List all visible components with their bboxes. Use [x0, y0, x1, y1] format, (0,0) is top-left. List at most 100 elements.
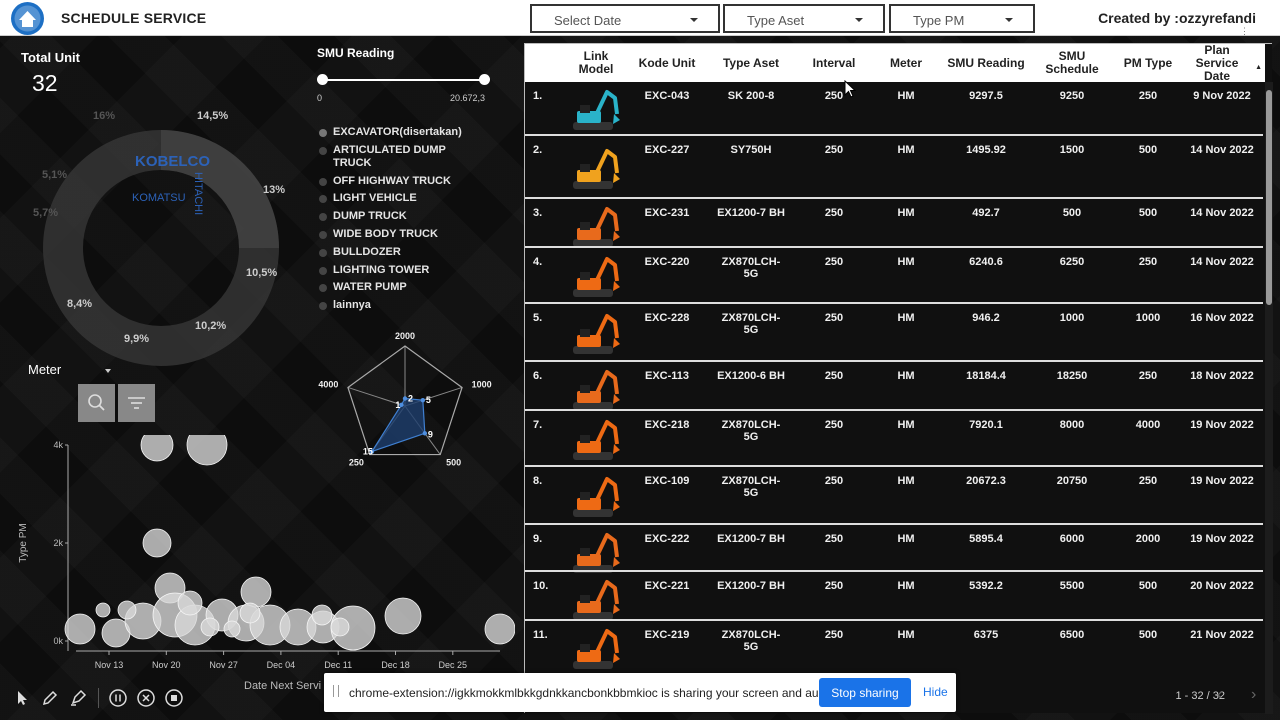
filter-button[interactable]	[118, 384, 155, 422]
hide-share-bar-link[interactable]: Hide	[923, 685, 948, 699]
table-scrollbar[interactable]	[1265, 82, 1273, 714]
type-aset-dropdown[interactable]: Type Aset	[723, 4, 885, 33]
table-row[interactable]: 2. EXC-227 SY750H 250 HM 1495.92 1500 500 14 Nov…	[525, 136, 1263, 199]
pencil-icon[interactable]	[40, 688, 60, 708]
cell-interval: 250	[824, 370, 844, 382]
legend-item[interactable]: EXCAVATOR(disertakan)	[319, 126, 479, 139]
bubble-point[interactable]	[117, 600, 137, 620]
bubble-point[interactable]	[200, 617, 220, 637]
bubble-point[interactable]	[384, 597, 422, 635]
bubble-point[interactable]	[311, 604, 333, 626]
bubble-point[interactable]	[330, 617, 350, 637]
table-row[interactable]: 8. EXC-109 ZX870LCH-5G 250 HM 20672.3 20750 250…	[525, 467, 1263, 525]
excavator-image[interactable]	[567, 471, 621, 521]
bubble-point[interactable]	[186, 435, 228, 466]
column-header-label: Interval	[812, 55, 856, 70]
cell-date: 18 Nov 2022	[1190, 370, 1254, 382]
excavator-image[interactable]	[567, 251, 621, 301]
cell-schedule: 6250	[1059, 256, 1085, 268]
pause-icon[interactable]	[108, 688, 128, 708]
excavator-image[interactable]	[567, 201, 621, 251]
smu-slider-track[interactable]	[322, 79, 484, 81]
close-icon[interactable]	[136, 688, 156, 708]
type-pm-dropdown[interactable]: Type PM	[889, 4, 1035, 33]
x-tick-label: Dec 25	[439, 660, 468, 670]
column-header[interactable]: Interval	[800, 44, 868, 82]
smu-slider-min-handle[interactable]	[316, 74, 328, 85]
legend-item[interactable]: LIGHT VEHICLE	[319, 192, 479, 205]
stop-icon[interactable]	[164, 688, 184, 708]
legend-item[interactable]: LIGHTING TOWER	[319, 264, 479, 277]
excavator-image[interactable]	[567, 414, 621, 464]
highlighter-icon[interactable]	[68, 688, 88, 708]
scrollbar-thumb[interactable]	[1266, 90, 1272, 305]
next-page-icon[interactable]: ›	[1251, 686, 1256, 704]
excavator-image[interactable]	[567, 143, 621, 193]
legend-item[interactable]: OFF HIGHWAY TRUCK	[319, 175, 479, 188]
excavator-image[interactable]	[567, 364, 621, 414]
cell-interval: 250	[824, 312, 844, 324]
excavator-image[interactable]	[567, 308, 621, 358]
cell-pm: 250	[1138, 90, 1158, 102]
legend-item[interactable]: ARTICULATED DUMP TRUCK	[319, 144, 479, 170]
drag-handle-icon[interactable]	[333, 685, 339, 697]
column-header[interactable]: Link Model	[565, 44, 627, 82]
bubble-point[interactable]	[484, 613, 515, 645]
table-row[interactable]: 9. EXC-222 EX1200-7 BH 250 HM 5895.4 6000 2000 1…	[525, 525, 1263, 573]
select-date-dropdown[interactable]: Select Date	[530, 4, 720, 33]
radar-point[interactable]	[420, 398, 426, 403]
cell-meter: HM	[897, 207, 915, 219]
screen-share-bar: chrome-extension://igkkmokkmlbkkgdnkkanc…	[324, 673, 956, 712]
smu-slider-max-handle[interactable]	[478, 74, 490, 85]
home-logo-icon[interactable]	[11, 2, 44, 35]
zoom-button[interactable]	[78, 384, 115, 422]
column-header[interactable]: PM Type	[1110, 44, 1186, 82]
bubble-point[interactable]	[64, 613, 96, 645]
stop-sharing-button[interactable]: Stop sharing	[819, 678, 911, 707]
column-header-label: Link Model	[578, 49, 614, 76]
table-row[interactable]: 3. EXC-231 EX1200-7 BH 250 HM 492.7 500 500 14 N…	[525, 199, 1263, 248]
table-row[interactable]: 5. EXC-228 ZX870LCH-5G 250 HM 946.2 1000 1000 16…	[525, 304, 1263, 362]
bubble-point[interactable]	[95, 602, 111, 618]
table-row[interactable]: 1. EXC-043 SK 200-8 250 HM 9297.5 9250 250 9 Nov…	[525, 82, 1263, 136]
legend-item[interactable]: WATER PUMP	[319, 281, 479, 294]
excavator-image[interactable]	[567, 574, 621, 624]
excavator-image[interactable]	[567, 623, 621, 673]
legend-item[interactable]: DUMP TRUCK	[319, 210, 479, 223]
legend-item[interactable]: lainnya	[319, 299, 479, 312]
column-header[interactable]: Meter	[875, 44, 937, 82]
column-header[interactable]: SMU Schedule	[1040, 44, 1104, 82]
y-axis-title: Type PM	[18, 523, 29, 562]
cell-type: ZX870LCH-5G	[721, 256, 781, 280]
table-row[interactable]: 4. EXC-220 ZX870LCH-5G 250 HM 6240.6 6250 250 14…	[525, 248, 1263, 304]
table-row[interactable]: 10. EXC-221 EX1200-7 BH 250 HM 5392.2 5500 500 2…	[525, 572, 1263, 621]
bubble-point[interactable]	[239, 602, 261, 624]
radar-point[interactable]	[402, 396, 408, 401]
percent-label: 5,1%	[42, 169, 68, 181]
table-row[interactable]: 6. EXC-113 EX1200-6 BH 250 HM 18184.4 18250 250…	[525, 362, 1263, 411]
prev-page-icon[interactable]: ‹	[1217, 686, 1222, 704]
table-row[interactable]: 7. EXC-218 ZX870LCH-5G 250 HM 7920.1 8000 4000 1…	[525, 411, 1263, 467]
cell-meter: HM	[897, 90, 915, 102]
bubble-point[interactable]	[140, 435, 174, 462]
bubble-point[interactable]	[223, 620, 241, 638]
bubble-point[interactable]	[142, 528, 172, 558]
excavator-image[interactable]	[567, 84, 621, 134]
column-header[interactable]: Type Aset	[715, 44, 787, 82]
column-header[interactable]: Plan Service Date ▲	[1182, 43, 1262, 82]
dashboard-root: SCHEDULE SERVICE Select Date Type Aset T…	[0, 0, 1280, 720]
percent-label: 9,9%	[124, 333, 150, 345]
bubble-point[interactable]	[177, 590, 203, 616]
more-options-icon[interactable]: ⋮	[1240, 26, 1250, 37]
cell-interval: 250	[824, 144, 844, 156]
table-row[interactable]: 11. EXC-219 ZX870LCH-5G 250 HM 6375 6500 500 21 …	[525, 621, 1263, 674]
pointer-icon[interactable]	[12, 688, 32, 708]
column-header[interactable]: SMU Reading	[940, 44, 1032, 82]
legend-item[interactable]: WIDE BODY TRUCK	[319, 228, 479, 241]
meter-dropdown[interactable]: Meter	[28, 362, 61, 377]
cell-smu: 492.7	[972, 207, 1000, 219]
column-header[interactable]: Kode Unit	[635, 44, 699, 82]
smu-slider-title: SMU Reading	[317, 46, 395, 60]
legend-item[interactable]: BULLDOZER	[319, 246, 479, 259]
bubble-point[interactable]	[240, 576, 272, 608]
